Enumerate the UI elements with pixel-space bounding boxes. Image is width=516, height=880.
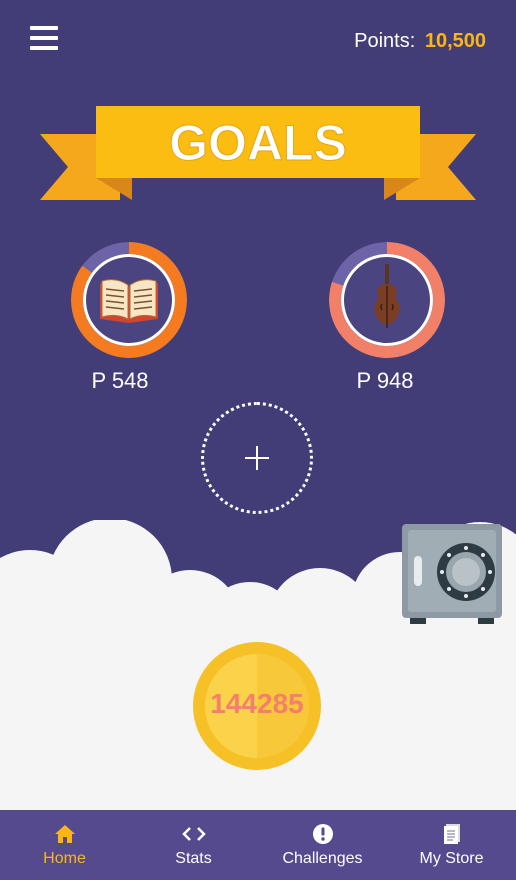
bottom-nav: Home Stats Challenges My Store	[0, 810, 516, 880]
points-display: Points: 10,500	[354, 30, 486, 53]
goal-violin-label: P 948	[356, 368, 414, 393]
goal-violin[interactable]	[329, 242, 445, 358]
nav-stats[interactable]: Stats	[129, 810, 258, 880]
menu-icon[interactable]	[30, 26, 58, 50]
code-brackets-icon	[181, 827, 206, 841]
nav-stats-label: Stats	[175, 850, 212, 867]
goal-icon-holder	[341, 254, 433, 346]
goal-book-label: P 548	[91, 368, 149, 393]
safe-icon[interactable]	[400, 522, 504, 626]
banner-title: GOALS	[169, 115, 347, 171]
document-icon	[443, 824, 460, 844]
add-goal-button[interactable]	[201, 402, 313, 514]
open-book-icon	[100, 279, 158, 323]
home-icon	[54, 825, 75, 843]
goals-banner: GOALS	[40, 106, 476, 200]
coin-value: 144285	[210, 688, 304, 719]
goal-icon-holder	[83, 254, 175, 346]
nav-challenges-label: Challenges	[282, 850, 363, 867]
nav-home[interactable]: Home	[0, 810, 129, 880]
nav-home-label: Home	[43, 850, 86, 867]
nav-my-store-label: My Store	[419, 850, 484, 867]
plus-icon	[245, 446, 269, 470]
goal-book[interactable]	[71, 242, 187, 358]
points-value: 10,500	[424, 30, 486, 52]
points-label: Points:	[354, 30, 416, 52]
nav-my-store[interactable]: My Store	[387, 810, 516, 880]
nav-challenges[interactable]: Challenges	[258, 810, 387, 880]
violin-icon	[374, 264, 400, 328]
exclamation-circle-icon	[312, 824, 333, 844]
